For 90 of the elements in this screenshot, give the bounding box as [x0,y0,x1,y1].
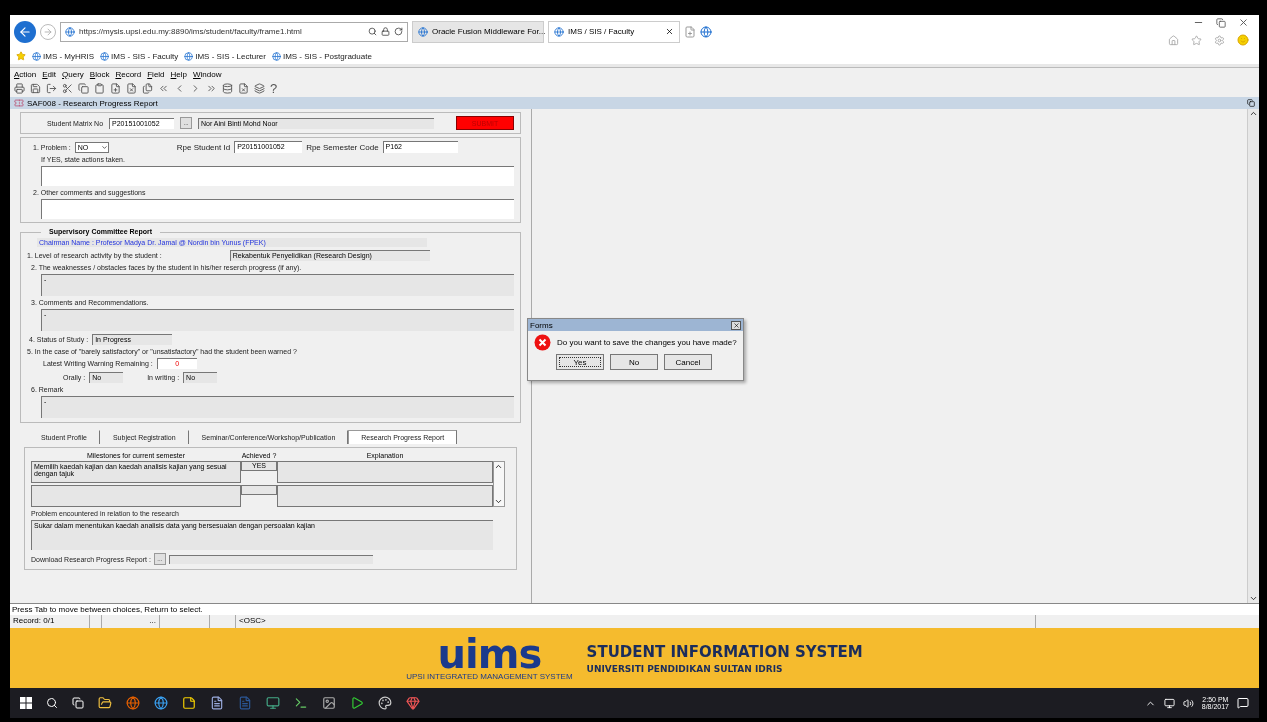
restore-icon[interactable] [1216,17,1226,28]
scroll-up-icon[interactable] [1249,109,1258,118]
menu-item[interactable]: Query [62,69,84,79]
scroll-down-icon[interactable] [1249,594,1258,603]
rpe-student-id-label: Rpe Student Id [176,142,231,152]
globe-icon [418,26,428,37]
arrow-right-icon [43,26,53,37]
printer-icon[interactable] [14,83,25,94]
ie-icon[interactable] [154,696,168,710]
restore-icon[interactable] [1247,99,1255,107]
execute-icon[interactable] [254,83,265,94]
comments-field[interactable] [41,199,514,219]
form-icon [14,98,24,108]
dialog-button[interactable]: Yes [556,354,604,370]
achieved-cell [241,485,277,495]
document-icon[interactable] [210,696,224,710]
palette-icon[interactable] [378,696,392,710]
delete-record-icon[interactable] [126,83,137,94]
browser-icon[interactable] [126,696,140,710]
speaker-icon[interactable] [1182,697,1194,709]
terminal-icon[interactable] [294,696,308,710]
browser-tab[interactable]: Oracle Fusion Middleware For... [412,20,544,43]
banner-subtitle: UNIVERSITI PENDIDIKAN SULTAN IDRIS [586,663,784,674]
actions-field[interactable] [41,166,514,186]
lock-icon [381,27,390,36]
dialog-button[interactable]: No [610,354,658,370]
menu-item[interactable]: Edit [42,69,57,79]
exit-icon[interactable] [46,83,57,94]
close-icon[interactable] [665,27,674,36]
scroll-up-icon[interactable] [494,462,504,471]
menu-item[interactable]: Block [89,69,110,79]
globe-icon [65,26,75,37]
search-icon[interactable] [46,697,58,709]
cancel-query-icon[interactable] [238,83,249,94]
search-icon[interactable] [368,27,377,36]
globe-icon [554,26,564,37]
new-record-icon[interactable] [110,83,121,94]
scroll-down-icon[interactable] [494,497,504,506]
menu-item[interactable]: Action [14,69,37,79]
duplicate-icon[interactable] [142,83,153,94]
refresh-icon[interactable] [394,27,403,36]
last-icon[interactable] [206,83,217,94]
favorite-link[interactable]: IMS - MyHRIS [32,51,95,61]
address-bar[interactable]: https://mysis.upsi.edu.my:8890/ims/student/faculty/frame1.html [60,21,408,42]
notification-icon[interactable] [1237,697,1249,709]
clipboard-icon[interactable] [94,83,105,94]
monitor-icon[interactable] [266,696,280,710]
star-icon[interactable] [1191,34,1202,46]
favorite-link[interactable]: IMS - SIS - Postgraduate [271,51,372,61]
close-icon[interactable] [1238,17,1249,28]
globe-icon [100,51,110,61]
browser-tab[interactable]: IMS / SIS / Faculty [548,20,680,43]
menu-item[interactable]: Field [147,69,165,79]
menu-item[interactable]: Window [193,69,222,79]
favorite-link[interactable]: IMS - SIS - Faculty [100,51,179,61]
gem-icon[interactable] [406,696,420,710]
image-icon[interactable] [322,696,336,710]
save-icon[interactable] [30,83,41,94]
copy-icon[interactable] [78,83,89,94]
hint-text: Press Tab to move between choices, Return to select. [10,603,1259,615]
dialog-message: Do you want to save the changes you have made? [557,338,737,347]
scissors-icon[interactable] [62,83,73,94]
menu-item[interactable]: Record [115,69,142,79]
logo-text: uims [437,635,542,672]
rpe-semester-label: Rpe Semester Code [306,142,379,152]
error-icon [534,334,551,351]
star-icon[interactable] [16,51,26,61]
banner-title: STUDENT INFORMATION SYSTEM [586,642,863,661]
play-icon[interactable] [350,696,364,710]
globe-icon [32,51,41,61]
dialog-title: Forms [530,320,553,330]
help-button[interactable]: ? [270,81,278,96]
folder-icon[interactable] [98,696,112,710]
favorite-link[interactable]: IMS - SIS - Lecturer [184,51,266,61]
task-view-icon[interactable] [72,697,84,709]
start-icon[interactable] [20,697,32,709]
close-button[interactable] [731,320,741,330]
globe-icon [184,51,194,61]
globe-icon [700,25,712,38]
back-button[interactable] [14,20,36,43]
network-icon[interactable] [1163,697,1175,709]
logo-caption: UPSI INTEGRATED MANAGEMENT SYSTEM [406,671,573,681]
note-icon[interactable] [182,696,196,710]
menu-item[interactable]: Help [170,69,188,79]
query-icon[interactable] [222,83,233,94]
dialog-button[interactable]: Cancel [664,354,712,370]
scrollbar[interactable] [1247,109,1259,603]
globe-icon [271,51,281,61]
first-icon[interactable] [158,83,169,94]
form-title: SAF008 - Research Progress Report [27,98,159,108]
